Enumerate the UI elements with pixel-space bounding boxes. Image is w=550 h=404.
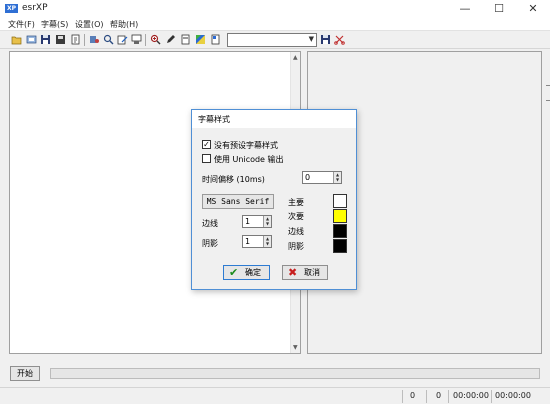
shadow-label: 阴影 — [202, 239, 218, 248]
ok-label: 确定 — [245, 268, 261, 277]
toolbar-separator — [145, 34, 146, 46]
status-bar: 0 0 00:00:00 00:00:00 — [0, 387, 550, 404]
menu-bar: 文件(F) 字幕(S) 设置(O) 帮助(H) — [0, 18, 550, 31]
status-separator — [402, 390, 403, 403]
side-edge-marker — [546, 85, 550, 101]
start-button[interactable]: 开始 — [10, 366, 40, 381]
secondary-color-label: 次要 — [288, 212, 304, 221]
shadow-color-swatch[interactable] — [333, 239, 347, 253]
menu-subtitle[interactable]: 字幕(S) — [41, 19, 68, 30]
status-time-2: 00:00:00 — [495, 391, 531, 400]
zoom-icon[interactable] — [150, 34, 161, 45]
primary-color-label: 主要 — [288, 198, 304, 207]
status-count-1: 0 — [410, 391, 416, 400]
edit-icon[interactable] — [117, 34, 128, 45]
save-as-icon[interactable] — [55, 34, 66, 45]
spin-down-icon[interactable]: ▼ — [264, 241, 271, 246]
unicode-label: 使用 Unicode 输出 — [214, 155, 284, 164]
style-select[interactable]: ▼ — [227, 33, 317, 47]
color-icon[interactable] — [195, 34, 206, 45]
close-button[interactable]: ✕ — [516, 0, 550, 18]
outline-label: 边线 — [202, 219, 218, 228]
spinner-buttons[interactable]: ▲ ▼ — [263, 236, 271, 247]
dialog-title: 字幕样式 — [198, 115, 230, 124]
outline-value: 1 — [245, 217, 251, 226]
app-icon: XP — [5, 4, 18, 13]
chevron-down-icon: ▼ — [308, 35, 314, 43]
cancel-label: 取消 — [304, 268, 320, 277]
primary-color-swatch[interactable] — [333, 194, 347, 208]
toolbar-separator — [84, 34, 85, 46]
status-time-1: 00:00:00 — [453, 391, 489, 400]
no-preset-label: 没有预设字幕样式 — [214, 141, 278, 150]
progress-bar — [50, 368, 540, 379]
status-separator — [491, 390, 492, 403]
menu-settings[interactable]: 设置(O) — [75, 19, 104, 30]
open-file-icon[interactable] — [26, 34, 37, 45]
close-icon: ✖ — [288, 266, 298, 279]
outline-color-label: 边线 — [288, 227, 304, 236]
scroll-up-icon[interactable]: ▲ — [293, 54, 298, 61]
ocr-icon[interactable] — [89, 34, 100, 45]
subtitle-style-dialog: 字幕样式 ✓ 没有预设字幕样式 使用 Unicode 输出 时间偏移 (10ms… — [191, 109, 357, 290]
shadow-color-label: 阴影 — [288, 242, 304, 251]
page-icon[interactable] — [180, 34, 191, 45]
document-icon[interactable] — [210, 34, 221, 45]
scissors-icon[interactable] — [334, 34, 345, 45]
maximize-button[interactable]: ☐ — [482, 0, 516, 18]
scroll-down-icon[interactable]: ▼ — [293, 344, 298, 351]
pen-icon[interactable] — [165, 34, 176, 45]
window-title: esrXP — [22, 3, 48, 13]
stamp-icon[interactable] — [131, 34, 142, 45]
shadow-value: 1 — [245, 237, 251, 246]
cancel-button[interactable]: ✖ 取消 — [282, 265, 328, 280]
spinner-buttons[interactable]: ▲ ▼ — [333, 172, 341, 183]
open-folder-icon[interactable] — [11, 34, 22, 45]
file-info-icon[interactable] — [70, 34, 81, 45]
menu-help[interactable]: 帮助(H) — [110, 19, 138, 30]
save-icon[interactable] — [40, 34, 51, 45]
apply-save-icon[interactable] — [320, 34, 331, 45]
checkmark-icon: ✔ — [229, 266, 239, 279]
offset-value: 0 — [305, 173, 311, 182]
status-separator — [426, 390, 427, 403]
spin-down-icon[interactable]: ▼ — [264, 221, 271, 226]
offset-label: 时间偏移 (10ms) — [202, 175, 265, 184]
outline-color-swatch[interactable] — [333, 224, 347, 238]
ok-button[interactable]: ✔ 确定 — [223, 265, 270, 280]
spinner-buttons[interactable]: ▲ ▼ — [263, 216, 271, 227]
outline-spinner[interactable]: 1 ▲ ▼ — [242, 215, 272, 228]
menu-file[interactable]: 文件(F) — [8, 19, 35, 30]
toolbar: ▼ — [0, 32, 550, 49]
shadow-spinner[interactable]: 1 ▲ ▼ — [242, 235, 272, 248]
font-button[interactable]: MS Sans Serif — [202, 194, 274, 209]
dialog-title-bar: 字幕样式 — [192, 110, 356, 128]
title-bar: XP esrXP — ☐ ✕ — [0, 0, 550, 18]
minimize-button[interactable]: — — [448, 0, 482, 18]
search-icon[interactable] — [103, 34, 114, 45]
status-count-2: 0 — [436, 391, 442, 400]
secondary-color-swatch[interactable] — [333, 209, 347, 223]
offset-spinner[interactable]: 0 ▲ ▼ — [302, 171, 342, 184]
no-preset-checkbox[interactable]: ✓ — [202, 140, 211, 149]
spin-down-icon[interactable]: ▼ — [334, 177, 341, 182]
status-separator — [448, 390, 449, 403]
unicode-checkbox[interactable] — [202, 154, 211, 163]
